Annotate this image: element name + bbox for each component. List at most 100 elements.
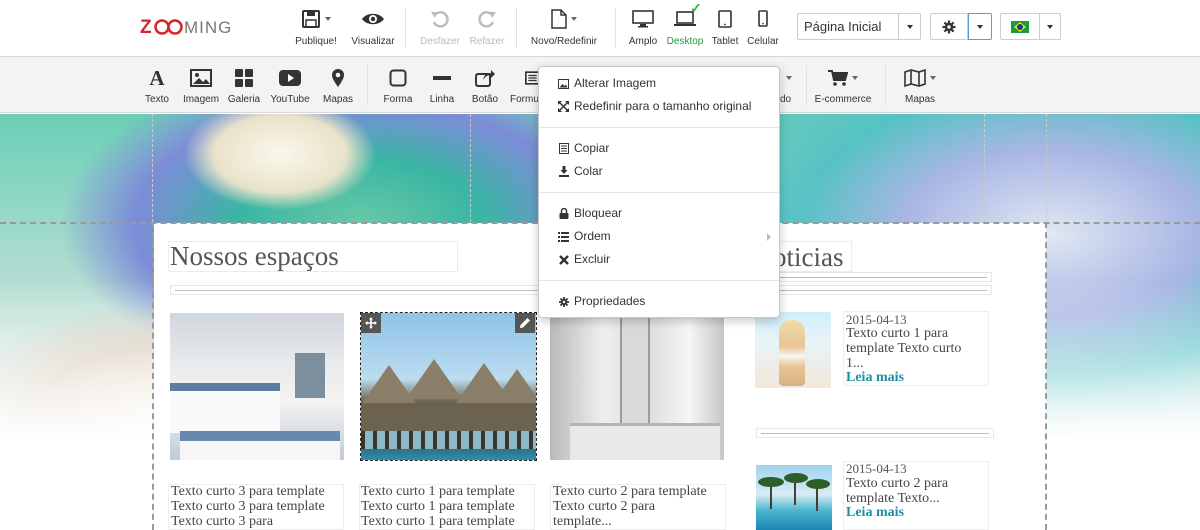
map-icon [904, 69, 926, 87]
news-text-1: Texto curto 1 para template Texto curto … [846, 326, 988, 371]
news-divider-2[interactable] [756, 428, 994, 438]
insert-text-label: Texto [145, 94, 169, 105]
insert-image-button[interactable]: Imagem [180, 67, 222, 105]
caption-1[interactable]: Texto curto 3 para template Texto curto … [171, 484, 346, 529]
news-text-2: Texto curto 2 para template Texto... [846, 476, 988, 506]
read-more-link-1[interactable]: Leia mais [846, 370, 904, 386]
chevron-down-icon [898, 14, 920, 39]
undo-icon [431, 11, 449, 28]
settings-dropdown-button[interactable] [968, 13, 992, 40]
device-mobile-button[interactable]: Celular [745, 6, 781, 52]
device-tablet-button[interactable]: Tablet [709, 6, 741, 52]
preview-button[interactable]: Visualizar [349, 6, 397, 52]
move-handle[interactable] [361, 313, 381, 333]
cart-icon [828, 70, 848, 86]
menu-item-lock[interactable]: Bloquear [539, 203, 779, 224]
publish-label: Publique! [295, 36, 337, 47]
insert-ecommerce-label: E-commerce [814, 94, 872, 105]
redo-button[interactable]: Refazer [465, 6, 509, 52]
brazil-flag-icon [1011, 20, 1029, 33]
page-select-value: Página Inicial [804, 19, 882, 34]
check-icon: ✓ [690, 0, 702, 16]
menu-item-label: Redefinir para o tamanho original [574, 99, 752, 113]
image-icon [190, 69, 212, 87]
page-select[interactable]: Página Inicial [797, 13, 921, 40]
file-icon [551, 9, 567, 29]
news-divider[interactable] [756, 272, 992, 282]
selection-frame [360, 312, 537, 461]
redo-icon [478, 11, 496, 28]
read-more-link-2[interactable]: Leia mais [846, 505, 904, 521]
copy-icon [558, 143, 569, 154]
insert-maps-button[interactable]: Mapas [895, 67, 945, 105]
menu-item-properties[interactable]: Propriedades [539, 291, 779, 312]
room-photo-3[interactable] [550, 313, 724, 460]
publish-button[interactable]: Publique! [292, 6, 340, 52]
insert-form-button[interactable]: Formu [510, 67, 540, 105]
menu-item-label: Colar [574, 164, 603, 178]
logo: Z MING [140, 14, 240, 46]
lock-icon [559, 208, 568, 219]
guide-line [984, 114, 985, 222]
settings-button[interactable] [930, 13, 968, 40]
caption-line: Texto curto 3 para template [171, 499, 325, 514]
insert-maps-label: Mapas [904, 94, 935, 105]
undo-button[interactable]: Desfazer [418, 6, 462, 52]
language-button[interactable] [1000, 13, 1040, 40]
insert-partial-label: do [780, 94, 792, 105]
device-wide-label: Amplo [628, 36, 658, 47]
menu-item-change-image[interactable]: Alterar Imagem [539, 73, 779, 94]
caption-line: template... [553, 514, 612, 529]
news-photo-1[interactable] [755, 312, 831, 388]
menu-item-label: Alterar Imagem [574, 76, 657, 90]
insert-youtube-button[interactable]: YouTube [267, 67, 313, 105]
menu-item-label: Ordem [574, 229, 611, 243]
insert-shape-button[interactable]: Forma [380, 67, 416, 105]
news-photo-2[interactable] [756, 465, 832, 530]
menu-item-label: Propriedades [574, 294, 646, 308]
undo-label: Desfazer [419, 36, 460, 47]
news-title[interactable]: oticias [773, 242, 843, 273]
insert-ecommerce-button[interactable]: E-commerce [812, 67, 874, 105]
insert-partial-button[interactable]: do [780, 67, 800, 105]
insert-gallery-label: Galeria [227, 94, 261, 105]
gear-icon [942, 20, 956, 33]
insert-text-button[interactable]: A Texto [140, 65, 174, 106]
pencil-icon [520, 318, 530, 328]
news-line: Texto curto 2 para [846, 476, 949, 491]
new-reset-button[interactable]: Novo/Redefinir [528, 6, 600, 52]
menu-item-delete[interactable]: Excluir [539, 249, 779, 270]
section-boundary-left [152, 222, 154, 530]
menu-item-order[interactable]: Ordem [539, 226, 779, 247]
language-dropdown-button[interactable] [1039, 13, 1061, 40]
insert-map-button[interactable]: Mapas [320, 67, 356, 105]
caption-line: Texto curto 1 para template [361, 514, 515, 529]
text-icon: A [149, 65, 165, 90]
monitor-icon [632, 10, 654, 28]
menu-item-copy[interactable]: Copiar [539, 138, 779, 159]
insert-gallery-button[interactable]: Galeria [226, 67, 262, 105]
caption-3[interactable]: Texto curto 2 para template Texto curto … [553, 484, 728, 529]
insert-button-button[interactable]: Botão [467, 67, 503, 105]
menu-item-label: Bloquear [574, 206, 623, 220]
redo-label: Refazer [469, 36, 505, 47]
map-pin-icon [332, 69, 344, 87]
close-icon [558, 254, 569, 265]
insert-line-label: Linha [429, 94, 455, 105]
room-photo-1[interactable] [170, 313, 344, 460]
edit-handle[interactable] [515, 313, 535, 333]
list-icon [558, 231, 569, 242]
preview-label: Visualizar [351, 36, 395, 47]
insert-line-button[interactable]: Linha [424, 67, 460, 105]
device-wide-button[interactable]: Amplo [626, 6, 660, 52]
menu-item-reset-size[interactable]: Redefinir para o tamanho original [539, 96, 779, 117]
insert-youtube-label: YouTube [270, 94, 310, 105]
insert-image-label: Imagem [182, 94, 220, 105]
resize-icon [558, 101, 569, 112]
insert-button-label: Botão [471, 94, 499, 105]
section-boundary-right [1045, 222, 1047, 530]
top-toolbar: Z MING Publique! Visualizar Desfazer Ref… [0, 0, 1200, 57]
caption-2[interactable]: Texto curto 1 para template Texto curto … [361, 484, 536, 529]
section-title[interactable]: Nossos espaços [170, 241, 339, 272]
menu-item-paste[interactable]: Colar [539, 161, 779, 182]
